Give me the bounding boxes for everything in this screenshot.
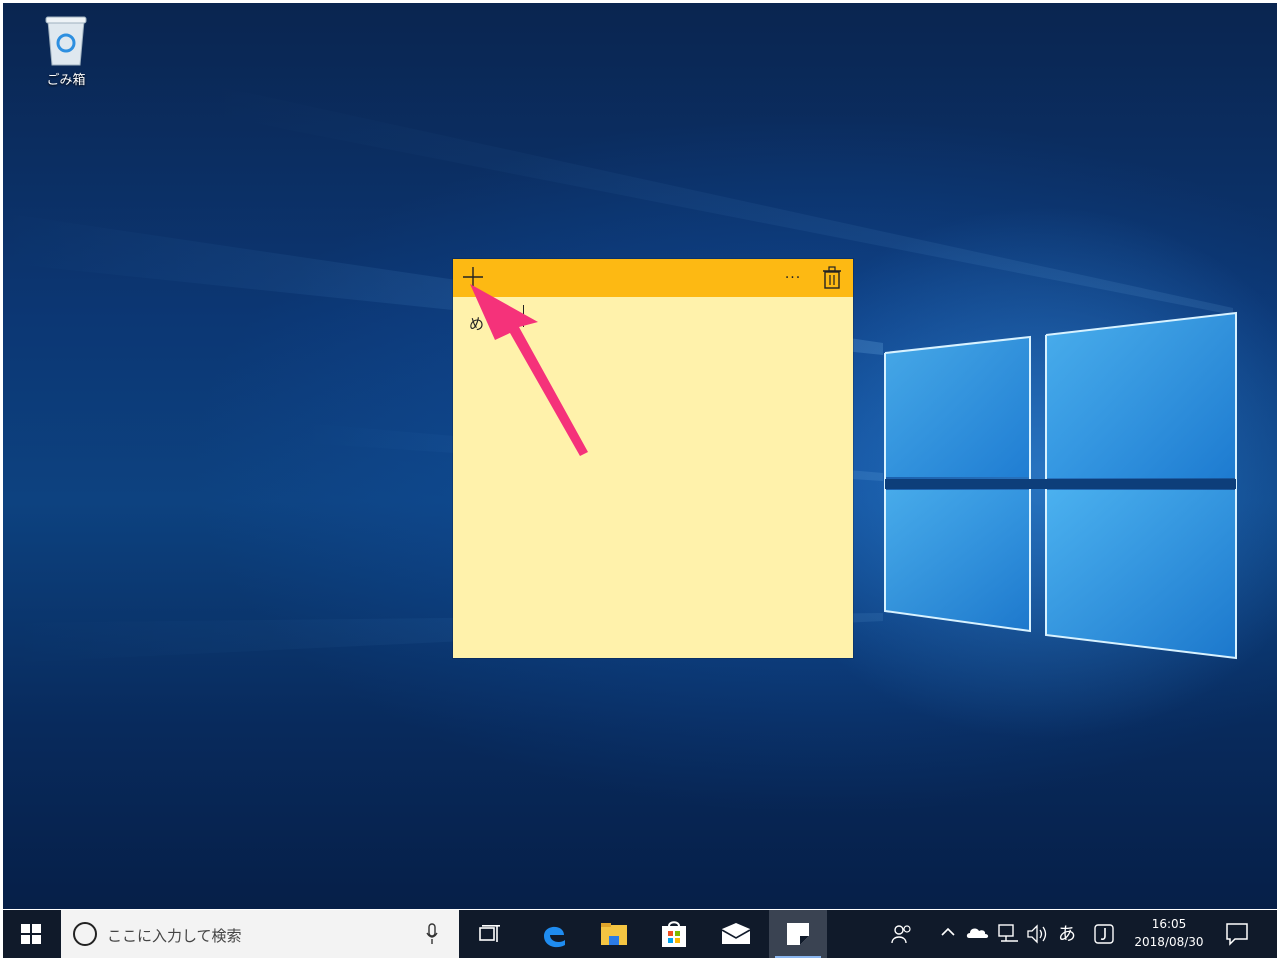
network-icon[interactable] [997,924,1021,946]
recycle-bin[interactable]: ごみ箱 [33,9,99,95]
sticky-notes-button[interactable] [769,910,827,958]
trash-icon[interactable] [821,266,843,290]
recycle-bin-icon [45,16,87,66]
file-explorer-button[interactable] [587,910,641,958]
windows-logo-icon [21,924,41,944]
search-placeholder[interactable]: ここに入力して検索 [107,925,242,946]
task-view-button[interactable] [465,910,515,958]
edge-button[interactable] [527,910,581,958]
active-app-indicator [775,956,821,958]
more-options-button[interactable]: ··· [779,267,807,289]
ime-mode-indicator[interactable]: あ [1055,924,1079,946]
store-icon [662,921,686,947]
desktop: ごみ箱 ··· め [3,3,1277,909]
start-button[interactable] [3,910,59,958]
ime-pad-icon[interactable] [1093,924,1115,946]
volume-icon[interactable] [1025,924,1051,946]
store-button[interactable] [647,910,701,958]
plus-icon[interactable] [461,265,485,289]
clock-time: 16:05 [1151,917,1187,931]
microphone-icon[interactable] [425,923,439,945]
sticky-note-title-bar[interactable]: ··· [453,259,853,297]
action-center-icon[interactable] [1225,922,1249,946]
cortana-icon[interactable] [73,922,97,946]
text-cursor [523,305,524,327]
clock[interactable]: 16:05 2018/08/30 [1131,915,1207,951]
sticky-notes-icon [787,923,809,945]
search-box[interactable]: ここに入力して検索 [61,910,459,958]
mail-button[interactable] [709,910,763,958]
edge-icon [544,926,565,948]
mail-icon [721,923,751,944]
task-view-icon [479,925,500,942]
clock-date: 2018/08/30 [1134,935,1204,949]
sticky-note-window[interactable]: ··· め [453,259,853,658]
sticky-note-text[interactable]: め [469,313,484,334]
taskbar: ここに入力して検索 あ 16:05 2018/08/30 [3,910,1277,958]
show-hidden-icons-chevron-up-icon[interactable] [937,924,959,946]
people-glyph [891,925,911,944]
file-explorer-icon [601,923,627,945]
onedrive-icon[interactable] [965,924,991,946]
people-icon[interactable] [889,924,915,946]
recycle-bin-label: ごみ箱 [46,73,86,88]
